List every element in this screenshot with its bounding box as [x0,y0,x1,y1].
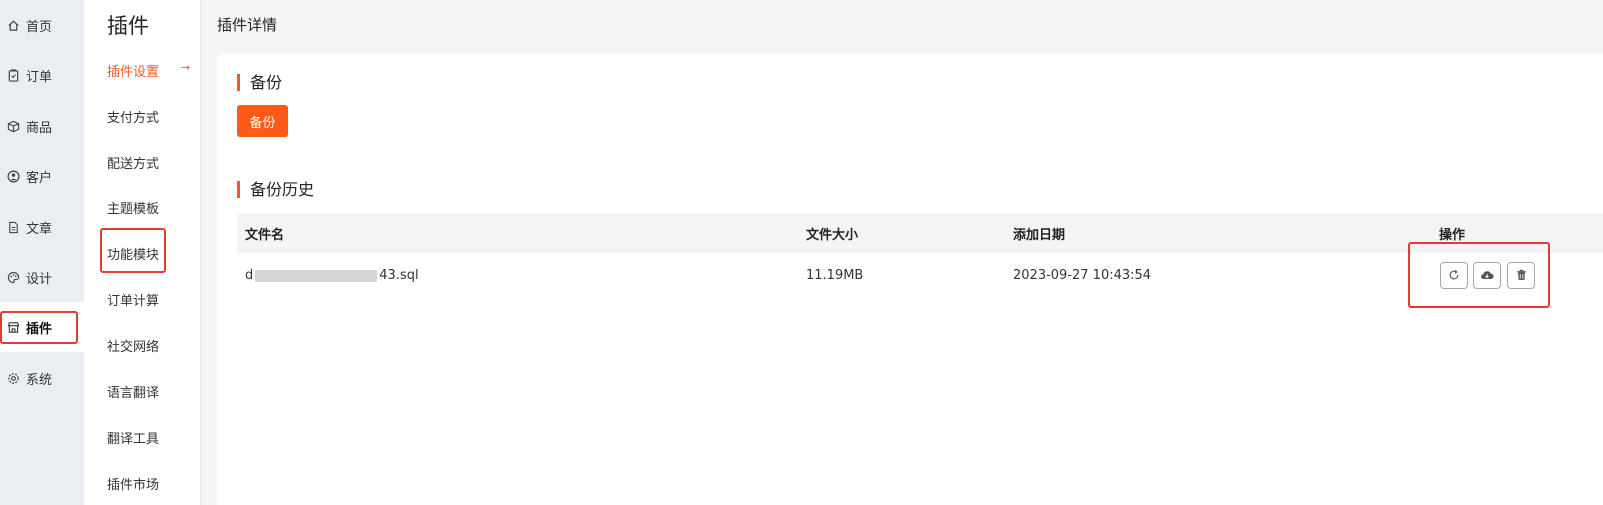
sidebar-item-products[interactable]: 商品 [0,101,84,151]
sidebar-item-design[interactable]: 设计 [0,252,84,302]
gear-icon [6,371,20,385]
sidebar-item-plugins[interactable]: 插件 [0,302,84,352]
backup-section-title: 备份 [237,74,282,91]
column-header-actions: 操作 [1439,228,1466,243]
column-header-filesize: 文件大小 [806,228,859,243]
submenu-item-plugin-settings[interactable]: 插件设置 [107,61,159,80]
trash-icon [1516,266,1527,285]
backup-history-title: 备份历史 [237,181,314,198]
submenu-item-feature-modules[interactable]: 功能模块 [107,244,159,263]
column-header-filename: 文件名 [245,228,285,243]
sidebar-item-articles[interactable]: 文章 [0,202,84,252]
sidebar-item-system[interactable]: 系统 [0,353,84,403]
page-title: 插件详情 [217,16,278,34]
filename-suffix: 43.sql [379,268,419,283]
submenu-item-language-translation[interactable]: 语言翻译 [107,382,159,401]
home-icon [6,18,20,32]
submenu-item-payment-methods[interactable]: 支付方式 [107,107,159,126]
store-icon [6,320,20,334]
submenu-item-shipping-methods[interactable]: 配送方式 [107,153,159,172]
submenu-item-plugin-market[interactable]: 插件市场 [107,474,159,493]
sidebar-item-home[interactable]: 首页 [0,0,84,50]
document-icon [6,220,20,234]
cloud-download-icon [1480,266,1494,285]
delete-button[interactable] [1507,262,1535,289]
table-row-date: 2023-09-27 10:43:54 [1013,268,1152,283]
arrow-right-icon: → [181,61,191,74]
user-circle-icon [6,169,20,183]
refresh-icon [1448,266,1460,285]
sidebar-item-label: 插件 [26,321,53,337]
table-row-filename: d 43.sql [245,268,419,283]
submenu-item-order-calculation[interactable]: 订单计算 [107,290,159,309]
plugin-submenu: 插件 插件设置 → 支付方式 配送方式 主题模板 功能模块 订单计算 社交网络 … [84,0,201,505]
content-card [217,54,1603,505]
clipboard-icon [6,68,20,82]
palette-icon [6,270,20,284]
column-header-date: 添加日期 [1013,228,1066,243]
filename-prefix: d [245,268,254,283]
redacted-filename [255,269,378,282]
sidebar-item-label: 订单 [26,69,53,85]
submenu-item-translation-tools[interactable]: 翻译工具 [107,428,159,447]
box-icon [6,119,20,133]
table-header [237,213,1603,253]
sidebar-item-label: 系统 [26,372,53,388]
sidebar-item-label: 文章 [26,221,53,237]
table-row-filesize: 11.19MB [806,268,864,283]
sidebar-item-label: 客户 [26,170,53,186]
main-sidebar: 首页 订单 商品 客户 文章 设计 插件 系统 [0,0,84,505]
sidebar-item-customers[interactable]: 客户 [0,151,84,201]
restore-button[interactable] [1440,262,1468,289]
sidebar-item-label: 首页 [26,19,53,35]
sidebar-item-label: 设计 [26,271,53,287]
submenu-item-social-network[interactable]: 社交网络 [107,336,159,355]
sidebar-item-label: 商品 [26,120,53,136]
download-button[interactable] [1473,262,1501,289]
backup-button[interactable]: 备份 [237,105,288,137]
submenu-item-theme-templates[interactable]: 主题模板 [107,198,159,217]
submenu-title: 插件 [107,14,149,38]
sidebar-item-orders[interactable]: 订单 [0,50,84,100]
